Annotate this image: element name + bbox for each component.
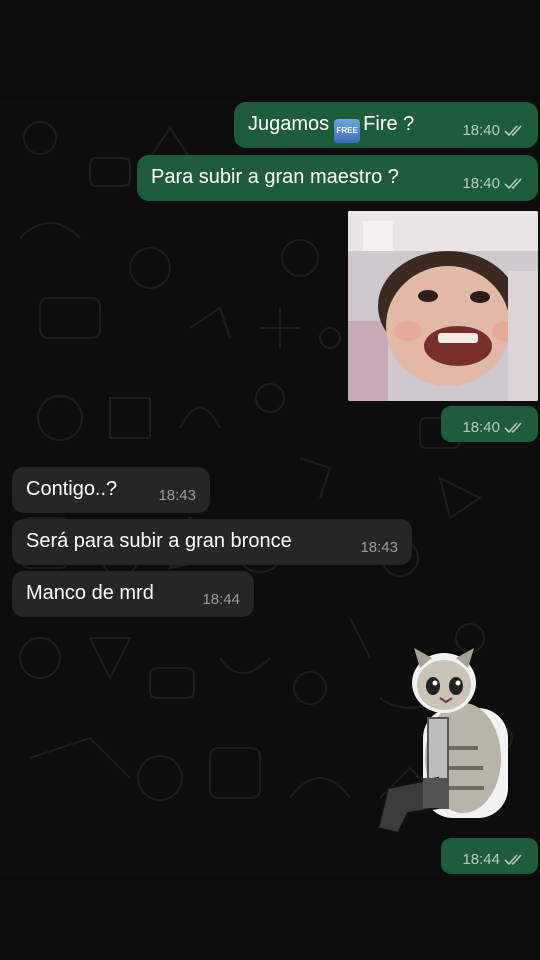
double-check-icon (504, 853, 522, 865)
message-sticker-footer: 18:44 (441, 838, 538, 874)
double-check-icon (504, 124, 522, 136)
chat-area[interactable]: Jugamos FREE Fire ? 18:40 Para subir a gra… (0, 98, 540, 878)
message-time: 18:43 (360, 539, 398, 556)
message-outgoing[interactable]: Para subir a gran maestro ? 18:40 (137, 155, 538, 201)
message-incoming[interactable]: Contigo..? 18:43 (12, 467, 210, 513)
message-time: 18:40 (462, 175, 500, 192)
top-bar (0, 0, 540, 98)
message-text: Jugamos FREE Fire ? (248, 113, 414, 143)
message-text: Contigo..? (26, 478, 118, 500)
message-meta: 18:43 (360, 539, 398, 556)
message-meta: 18:44 (202, 591, 240, 608)
message-meta: 18:44 (462, 851, 524, 868)
message-meta: 18:40 (462, 122, 524, 139)
bottom-bar (0, 878, 540, 960)
message-time: 18:43 (158, 487, 196, 504)
message-text-part: Fire ? (363, 113, 415, 135)
message-image-footer: 18:40 (441, 406, 538, 442)
free-button-emoji: FREE (334, 119, 361, 143)
child-photo (348, 211, 538, 401)
message-meta: 18:40 (462, 175, 524, 192)
message-meta: 18:40 (462, 419, 524, 436)
message-incoming[interactable]: Manco de mrd 18:44 (12, 571, 254, 617)
message-time: 18:40 (462, 122, 500, 139)
message-time: 18:40 (462, 419, 500, 436)
double-check-icon (504, 177, 522, 189)
message-time: 18:44 (462, 851, 500, 868)
message-incoming[interactable]: Será para subir a gran bronce 18:43 (12, 519, 412, 565)
message-text: Será para subir a gran bronce (26, 530, 292, 552)
message-image[interactable] (348, 211, 538, 401)
double-check-icon (504, 421, 522, 433)
message-text: Para subir a gran maestro ? (151, 166, 399, 188)
message-text-part: Jugamos (248, 113, 330, 135)
message-text: Manco de mrd (26, 582, 154, 604)
cat-with-gun-sticker[interactable] (368, 638, 518, 838)
message-outgoing[interactable]: Jugamos FREE Fire ? 18:40 (234, 102, 538, 148)
message-meta: 18:43 (158, 487, 196, 504)
message-time: 18:44 (202, 591, 240, 608)
